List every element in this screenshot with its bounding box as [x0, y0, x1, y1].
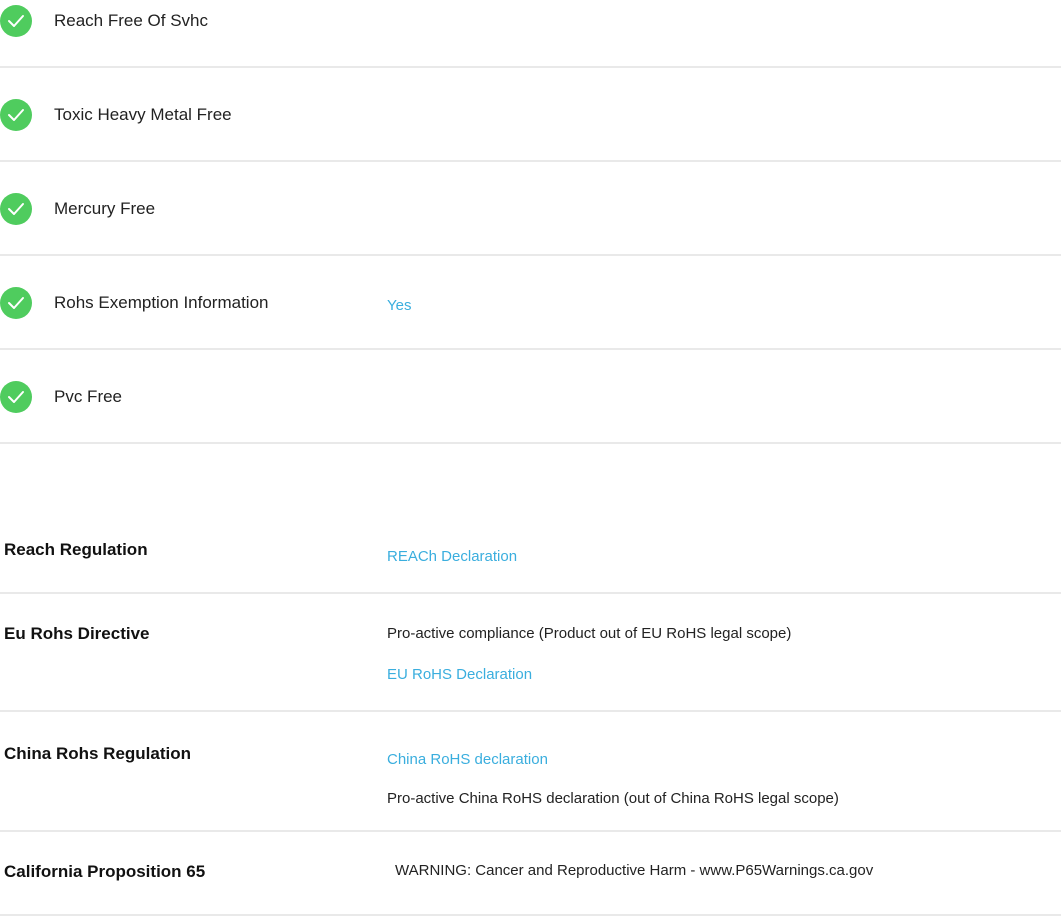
reg-text: Pro-active China RoHS declaration (out o… — [387, 790, 839, 807]
reg-label: Reach Regulation — [4, 540, 148, 559]
eu-rohs-declaration-link[interactable]: EU RoHS Declaration — [387, 666, 532, 683]
prop65-warning-text: WARNING: Cancer and Reproductive Harm - … — [395, 862, 874, 879]
reg-row-eu-rohs: Eu Rohs Directive Pro-active compliance … — [0, 594, 1061, 712]
env-label: Reach Free Of Svhc — [54, 11, 209, 30]
reg-label: California Proposition 65 — [4, 862, 206, 881]
reg-row-prop65: California Proposition 65 WARNING: Cance… — [0, 832, 1061, 916]
check-circle-icon — [0, 193, 32, 225]
env-value-link[interactable]: Yes — [387, 297, 411, 314]
env-row-pvc-free: Pvc Free — [0, 350, 1061, 444]
reach-declaration-link[interactable]: REACh Declaration — [387, 548, 517, 565]
reg-label: China Rohs Regulation — [4, 744, 191, 763]
env-row-reach-free: Reach Free Of Svhc — [0, 0, 1061, 68]
reg-row-reach: Reach Regulation REACh Declaration — [0, 514, 1061, 594]
env-row-toxic-heavy-metal: Toxic Heavy Metal Free — [0, 68, 1061, 162]
env-label: Pvc Free — [54, 387, 123, 406]
reg-label: Eu Rohs Directive — [4, 624, 150, 643]
env-label: Mercury Free — [54, 199, 156, 218]
env-row-mercury-free: Mercury Free — [0, 162, 1061, 256]
check-circle-icon — [0, 99, 32, 131]
check-circle-icon — [0, 381, 32, 413]
check-circle-icon — [0, 287, 32, 319]
reg-text: Pro-active compliance (Product out of EU… — [387, 625, 792, 642]
env-label: Toxic Heavy Metal Free — [54, 105, 232, 124]
env-label: Rohs Exemption Information — [54, 293, 269, 312]
reg-row-china-rohs: China Rohs Regulation China RoHS declara… — [0, 712, 1061, 832]
check-circle-icon — [0, 5, 32, 37]
env-row-rohs-exemption: Rohs Exemption Information Yes — [0, 256, 1061, 350]
china-rohs-declaration-link[interactable]: China RoHS declaration — [387, 751, 548, 768]
